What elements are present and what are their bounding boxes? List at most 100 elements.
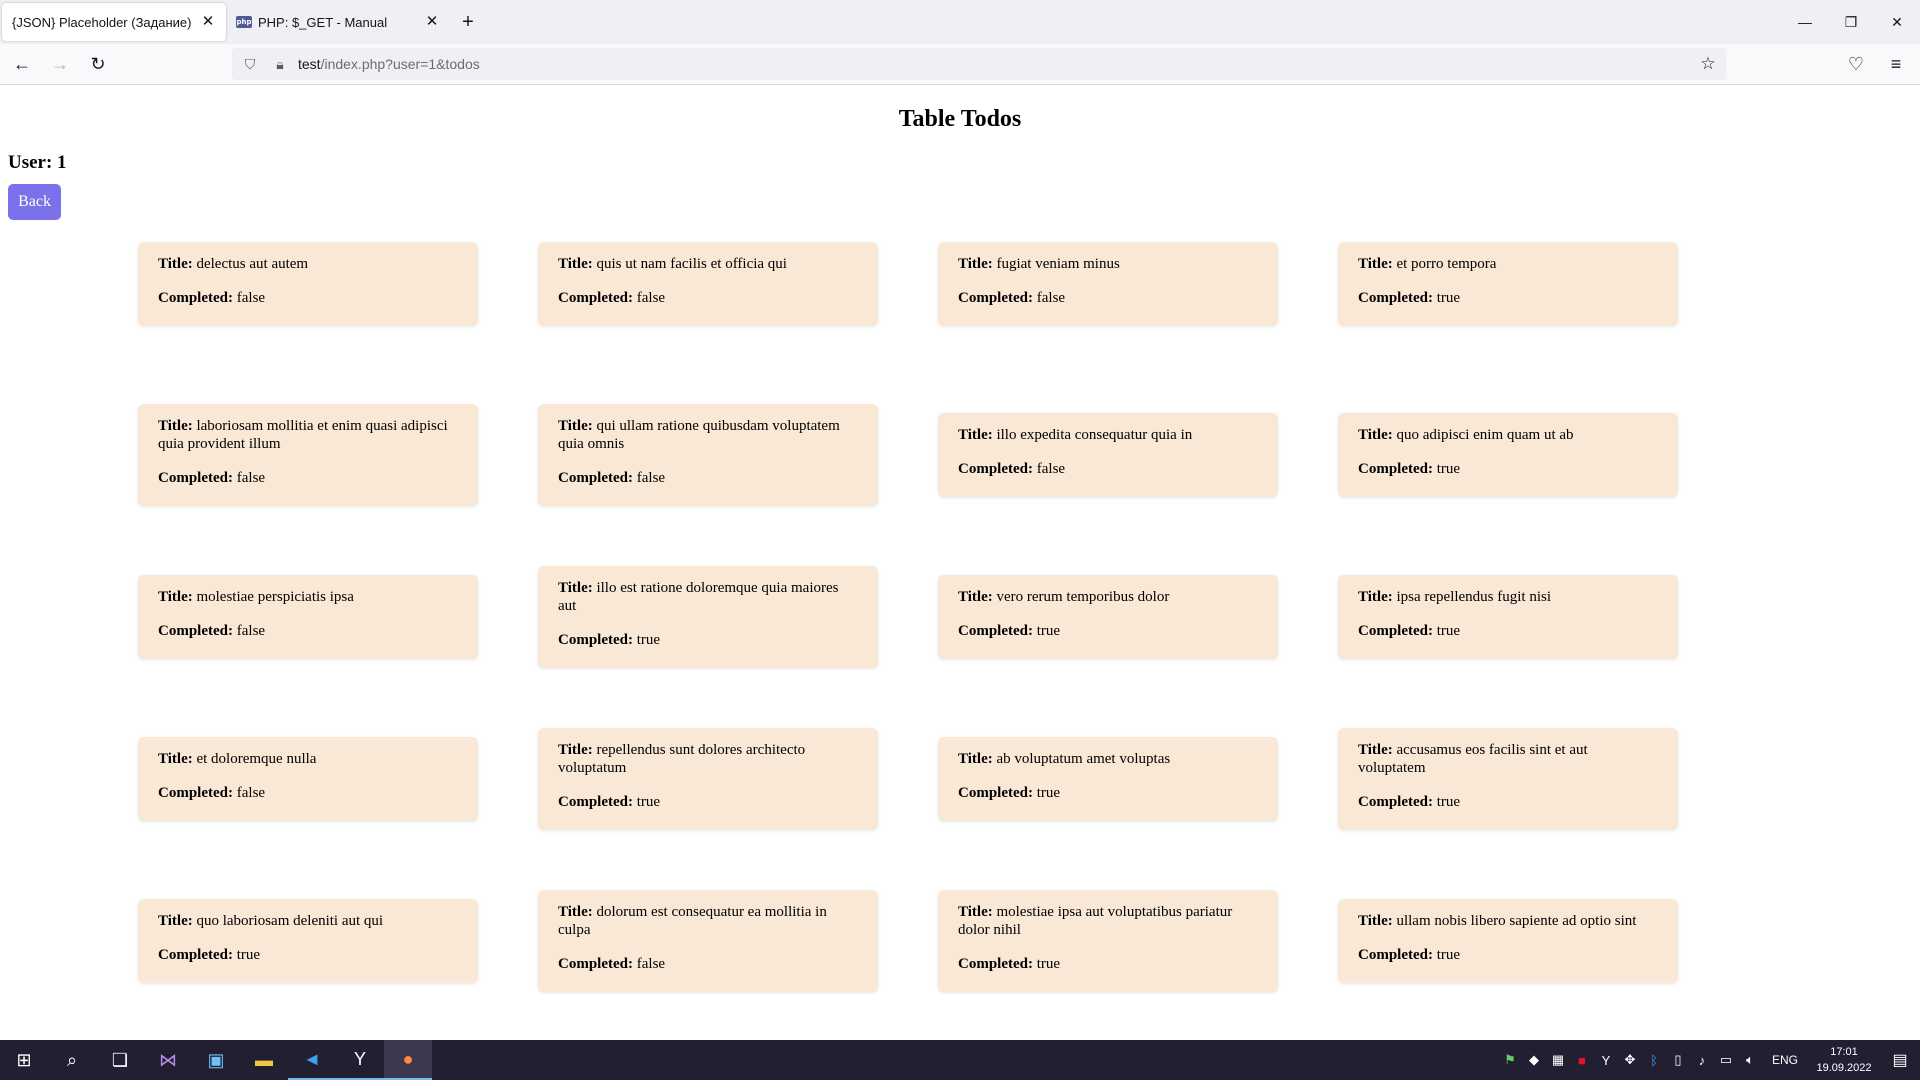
browser-tab-active[interactable]: {JSON} Placeholder (Задание) ✕	[2, 3, 226, 41]
todo-card: Title: quis ut nam facilis et officia qu…	[538, 242, 878, 326]
reload-icon[interactable]: ↻	[82, 48, 114, 80]
yandex-tray-icon[interactable]: Y	[1594, 1040, 1618, 1080]
close-icon[interactable]: ✕	[200, 14, 216, 30]
windows-start-icon[interactable]: ⊞	[0, 1040, 48, 1080]
todo-completed-key: Completed:	[1358, 794, 1433, 810]
search-icon[interactable]: ⌕	[48, 1040, 96, 1080]
todo-row: Title: laboriosam mollitia et enim quasi…	[138, 404, 1678, 524]
todo-completed-key: Completed:	[558, 290, 633, 306]
todo-card: Title: molestiae ipsa aut voluptatibus p…	[938, 890, 1278, 992]
vscode-icon[interactable]: ◄	[288, 1040, 336, 1080]
close-window-icon[interactable]: ✕	[1874, 0, 1920, 44]
lock-icon[interactable]: 🔒︎	[268, 52, 292, 76]
todo-card: Title: laboriosam mollitia et enim quasi…	[138, 404, 478, 506]
pocket-icon[interactable]: ♡	[1840, 48, 1872, 80]
computer-icon[interactable]: ▣	[192, 1040, 240, 1080]
url-text[interactable]: test/index.php?user=1&todos	[298, 56, 480, 72]
todo-completed-line: Completed: false	[158, 289, 458, 307]
microphone-icon[interactable]: ♪	[1690, 1040, 1714, 1080]
restore-icon[interactable]: ❐	[1828, 0, 1874, 44]
todo-title: molestiae ipsa aut voluptatibus pariatur…	[958, 904, 1233, 938]
minimize-icon[interactable]: —	[1782, 0, 1828, 44]
todo-title: ipsa repellendus fugit nisi	[1396, 589, 1552, 605]
new-tab-button[interactable]: +	[450, 3, 486, 41]
todo-title-line: Title: illo est ratione doloremque quia …	[558, 579, 858, 615]
todo-title-key: Title:	[158, 751, 193, 767]
todo-completed-line: Completed: false	[158, 622, 458, 640]
taskbar: ⊞ ⌕ ❏ ⋈ ▣ ▬ ◄ Y ● ⚑ ◆ ▦ ■ Y ✥ ᛒ ▯ ♪ ▭ 🔈︎…	[0, 1040, 1920, 1080]
todo-completed: true	[1436, 947, 1461, 963]
todo-title-line: Title: quo laboriosam deleniti aut qui	[158, 912, 458, 930]
menu-icon[interactable]: ≡	[1880, 48, 1912, 80]
back-arrow-icon[interactable]: ←	[6, 48, 38, 80]
clock-time: 17:01	[1830, 1046, 1858, 1058]
user-label: User: 1	[8, 152, 67, 173]
firefox-icon[interactable]: ●	[384, 1040, 432, 1080]
todo-title-line: Title: ipsa repellendus fugit nisi	[1358, 588, 1658, 606]
todo-card: Title: et doloremque nulla Completed: fal…	[138, 737, 478, 821]
dropbox-icon[interactable]: ✥	[1618, 1040, 1642, 1080]
clock[interactable]: 17:01 19.09.2022	[1808, 1044, 1880, 1076]
todo-completed: true	[236, 947, 261, 963]
todo-completed-line: Completed: false	[558, 469, 858, 487]
todo-title: et porro tempora	[1396, 256, 1497, 272]
todo-card: Title: quo adipisci enim quam ut ab Compl…	[1338, 413, 1678, 497]
tray-app-icon[interactable]: ■	[1570, 1040, 1594, 1080]
usb-icon[interactable]: ▯	[1666, 1040, 1690, 1080]
todo-completed-key: Completed:	[558, 470, 633, 486]
todo-completed: false	[1036, 461, 1066, 477]
todo-completed-line: Completed: false	[158, 784, 458, 802]
tray-app-icon[interactable]: ◆	[1522, 1040, 1546, 1080]
todo-completed: false	[236, 623, 266, 639]
bookmark-star-icon[interactable]: ☆	[1696, 52, 1720, 76]
todo-completed-line: Completed: true	[958, 784, 1258, 802]
todo-title-key: Title:	[158, 418, 193, 434]
close-icon[interactable]: ✕	[424, 14, 440, 30]
todo-title-key: Title:	[958, 427, 993, 443]
todo-completed: true	[1436, 461, 1461, 477]
todo-card: Title: ipsa repellendus fugit nisi Comple…	[1338, 575, 1678, 659]
todo-completed-key: Completed:	[158, 947, 233, 963]
network-icon[interactable]: ▭	[1714, 1040, 1738, 1080]
todo-title-key: Title:	[958, 256, 993, 272]
tray-app-icon[interactable]: ▦	[1546, 1040, 1570, 1080]
todo-completed-line: Completed: true	[1358, 946, 1658, 964]
shield-icon[interactable]: ⛉	[238, 52, 262, 76]
todo-title: repellendus sunt dolores architecto volu…	[558, 742, 806, 776]
todo-completed-key: Completed:	[1358, 461, 1433, 477]
flag-icon[interactable]: ⚑	[1498, 1040, 1522, 1080]
notifications-icon[interactable]: ▤	[1880, 1040, 1920, 1080]
nav-right-tools: ♡ ≡	[1832, 48, 1912, 80]
url-bar[interactable]: ⛉ 🔒︎ test/index.php?user=1&todos ☆	[232, 48, 1726, 80]
todo-title-key: Title:	[558, 418, 593, 434]
todo-completed-line: Completed: false	[958, 460, 1258, 478]
todo-completed-line: Completed: false	[158, 469, 458, 487]
todo-completed-line: Completed: true	[1358, 289, 1658, 307]
todo-row: Title: molestiae perspiciatis ipsa Comple…	[138, 566, 1678, 686]
volume-icon[interactable]: 🔈︎	[1738, 1040, 1762, 1080]
todo-card: Title: delectus aut autem Completed: fals…	[138, 242, 478, 326]
todo-completed-line: Completed: true	[1358, 793, 1658, 811]
todo-completed-key: Completed:	[1358, 947, 1433, 963]
todo-card: Title: vero rerum temporibus dolor Comple…	[938, 575, 1278, 659]
language-indicator[interactable]: ENG	[1762, 1053, 1808, 1067]
browser-tab-php-manual[interactable]: php PHP: $_GET - Manual ✕	[226, 3, 450, 41]
todo-title: et doloremque nulla	[196, 751, 317, 767]
todo-completed: true	[636, 632, 661, 648]
bluetooth-icon[interactable]: ᛒ	[1642, 1040, 1666, 1080]
todo-row: Title: delectus aut autem Completed: fals…	[138, 242, 1678, 362]
back-button[interactable]: Back	[8, 184, 61, 220]
task-view-icon[interactable]: ❏	[96, 1040, 144, 1080]
todo-title: laboriosam mollitia et enim quasi adipis…	[158, 418, 448, 452]
todo-card: Title: ullam nobis libero sapiente ad op…	[1338, 899, 1678, 983]
forward-arrow-icon[interactable]: →	[44, 48, 76, 80]
todo-completed: false	[636, 956, 666, 972]
todo-completed-key: Completed:	[1358, 290, 1433, 306]
visual-studio-icon[interactable]: ⋈	[144, 1040, 192, 1080]
todo-completed-line: Completed: true	[958, 622, 1258, 640]
todo-completed-key: Completed:	[958, 461, 1033, 477]
file-explorer-icon[interactable]: ▬	[240, 1040, 288, 1080]
todo-completed-line: Completed: true	[558, 631, 858, 649]
yandex-browser-icon[interactable]: Y	[336, 1040, 384, 1080]
todo-title: delectus aut autem	[196, 256, 309, 272]
